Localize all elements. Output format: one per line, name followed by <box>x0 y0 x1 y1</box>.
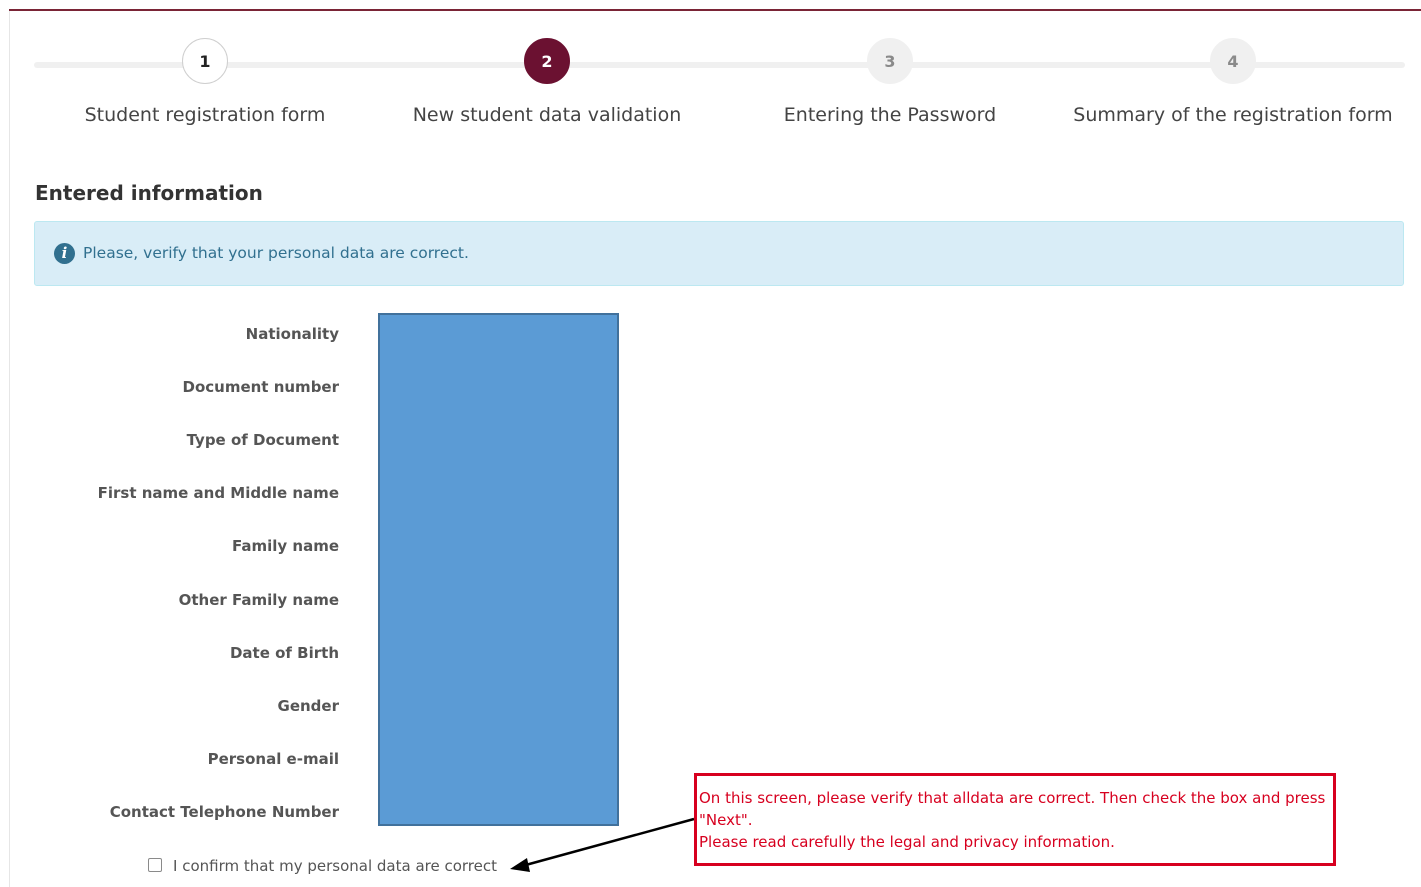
label-other-family-name: Other Family name <box>178 591 339 609</box>
label-date-of-birth: Date of Birth <box>229 644 339 662</box>
info-alert: i Please, verify that your personal data… <box>34 221 1404 286</box>
label-first-middle-name: First name and Middle name <box>97 484 339 502</box>
label-family-name: Family name <box>231 537 339 555</box>
confirm-checkbox[interactable] <box>148 858 162 872</box>
callout-line-1: On this screen, please verify that allda… <box>699 789 1326 807</box>
label-contact-telephone: Contact Telephone Number <box>109 803 339 821</box>
confirm-label[interactable]: I confirm that my personal data are corr… <box>173 857 497 875</box>
step-2-label: New student data validation <box>412 104 682 126</box>
section-title: Entered information <box>35 181 263 205</box>
redacted-values <box>378 313 619 826</box>
step-2-circle: 2 <box>524 38 570 84</box>
info-icon: i <box>54 243 75 264</box>
step-4-circle: 4 <box>1210 38 1256 84</box>
callout-line-2: "Next". <box>699 811 753 829</box>
step-3[interactable]: 3 Entering the Password <box>719 36 1061 126</box>
label-gender: Gender <box>277 697 339 715</box>
instruction-callout: On this screen, please verify that allda… <box>694 773 1336 866</box>
step-2[interactable]: 2 New student data validation <box>376 36 718 126</box>
step-1-label: Student registration form <box>84 104 326 126</box>
left-border <box>9 11 10 887</box>
step-3-label: Entering the Password <box>783 104 997 126</box>
alert-text: Please, verify that your personal data a… <box>83 244 469 262</box>
label-personal-email: Personal e-mail <box>207 750 339 768</box>
label-document-number: Document number <box>182 378 340 396</box>
label-nationality: Nationality <box>245 325 339 343</box>
step-1-circle: 1 <box>182 38 228 84</box>
step-3-circle: 3 <box>867 38 913 84</box>
callout-line-3: Please read carefully the legal and priv… <box>699 833 1115 851</box>
step-4[interactable]: 4 Summary of the registration form <box>1062 36 1404 126</box>
label-document-type: Type of Document <box>186 431 339 449</box>
step-4-label: Summary of the registration form <box>1073 104 1393 126</box>
step-1[interactable]: 1 Student registration form <box>34 36 376 126</box>
registration-stepper: 1 Student registration form 2 New studen… <box>34 36 1405 136</box>
top-border <box>9 9 1421 11</box>
